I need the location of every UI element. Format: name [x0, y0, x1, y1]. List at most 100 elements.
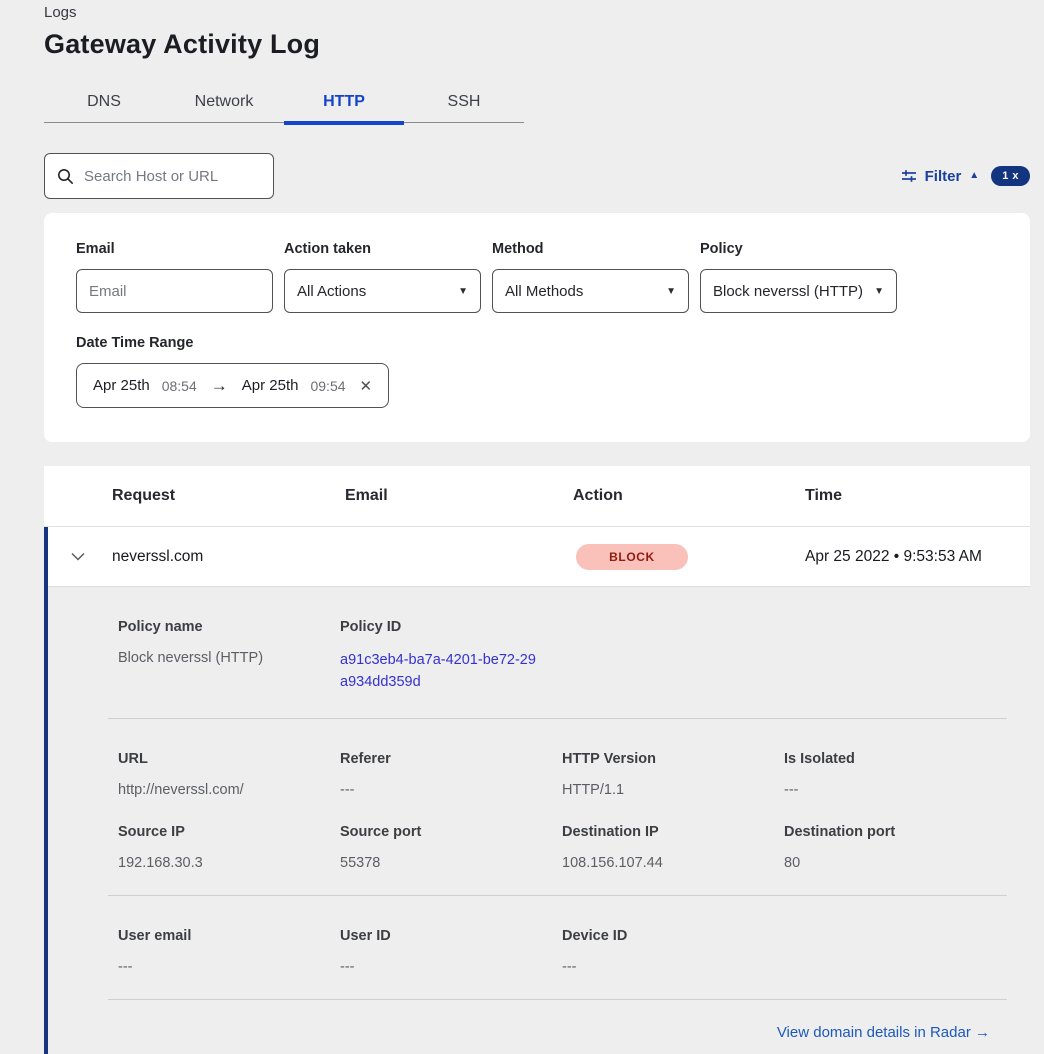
user-id-label: User ID [340, 928, 562, 944]
request-detail-group: URL http://neverssl.com/ Referer --- HTT… [108, 719, 1007, 895]
source-port-value: 55378 [340, 855, 562, 871]
gateway-activity-log-page: Logs Gateway Activity Log DNS Network HT… [0, 0, 1044, 1054]
filter-sliders-icon [901, 168, 917, 184]
action-taken-field: Action taken All Actions ▼ [284, 241, 481, 313]
request-cell: neverssl.com [112, 548, 345, 566]
column-header-time: Time [805, 487, 1030, 505]
table-header-row: Request Email Action Time [44, 466, 1030, 527]
block-status-badge: BLOCK [576, 544, 688, 570]
filter-panel: Email Action taken All Actions ▼ Method … [44, 213, 1030, 442]
policy-label: Policy [700, 241, 897, 257]
source-ip-label: Source IP [118, 824, 340, 840]
device-id-detail: Device ID --- [562, 928, 784, 975]
chevron-down-icon: ▼ [458, 286, 468, 297]
toolbar: Filter ▲ 1 x [44, 153, 1030, 199]
device-id-value: --- [562, 959, 784, 975]
end-time: 09:54 [310, 378, 345, 394]
email-filter-label: Email [76, 241, 273, 257]
arrow-right-icon: → [209, 376, 230, 396]
column-header-action: Action [573, 487, 805, 505]
page-title: Gateway Activity Log [44, 29, 1044, 60]
policy-id-label: Policy ID [340, 619, 562, 635]
selected-row-accent-bar [44, 527, 48, 1054]
method-label: Method [492, 241, 689, 257]
destination-ip-detail: Destination IP 108.156.107.44 [562, 824, 784, 871]
tab-http[interactable]: HTTP [284, 82, 404, 122]
details-footer: View domain details in Radar → [108, 1000, 1007, 1054]
tab-bar: DNS Network HTTP SSH [44, 82, 524, 123]
column-header-email: Email [345, 487, 573, 505]
is-isolated-value: --- [784, 782, 1006, 798]
breadcrumb: Logs [44, 4, 1044, 21]
start-time: 08:54 [162, 378, 197, 394]
source-port-detail: Source port 55378 [340, 824, 562, 871]
date-range-field: Date Time Range Apr 25th 08:54 → Apr 25t… [76, 335, 998, 408]
action-taken-value: All Actions [297, 283, 366, 300]
destination-port-detail: Destination port 80 [784, 824, 1006, 871]
radar-link[interactable]: View domain details in Radar → [777, 1024, 990, 1041]
user-email-label: User email [118, 928, 340, 944]
column-header-request: Request [112, 487, 345, 505]
table-row[interactable]: neverssl.com BLOCK Apr 25 2022 • 9:53:53… [44, 527, 1030, 587]
filter-label: Filter [925, 168, 962, 185]
time-cell: Apr 25 2022 • 9:53:53 AM [805, 548, 1030, 566]
search-input[interactable] [84, 168, 261, 185]
policy-id-link[interactable]: a91c3eb4-ba7a-4201-be72-29a934dd359d [340, 650, 536, 694]
action-taken-label: Action taken [284, 241, 481, 257]
tab-ssh[interactable]: SSH [404, 82, 524, 122]
is-isolated-label: Is Isolated [784, 751, 1006, 767]
policy-name-label: Policy name [118, 619, 340, 635]
url-detail: URL http://neverssl.com/ [118, 751, 340, 798]
filter-toggle[interactable]: Filter ▲ 1 x [901, 166, 1030, 186]
user-id-value: --- [340, 959, 562, 975]
log-table: Request Email Action Time neverssl.com B… [44, 466, 1030, 1054]
chevron-up-icon: ▲ [969, 171, 979, 181]
user-detail-group: User email --- User ID --- Device ID --- [108, 896, 1007, 999]
user-id-detail: User ID --- [340, 928, 562, 975]
http-version-label: HTTP Version [562, 751, 784, 767]
user-email-value: --- [118, 959, 340, 975]
email-filter-input[interactable] [76, 269, 273, 313]
date-range-label: Date Time Range [76, 335, 998, 351]
is-isolated-detail: Is Isolated --- [784, 751, 1006, 798]
referer-detail: Referer --- [340, 751, 562, 798]
user-email-detail: User email --- [118, 928, 340, 975]
destination-ip-value: 108.156.107.44 [562, 855, 784, 871]
policy-value: Block neverssl (HTTP) [713, 283, 863, 300]
method-select[interactable]: All Methods ▼ [492, 269, 689, 313]
url-label: URL [118, 751, 340, 767]
policy-name-detail: Policy name Block neverssl (HTTP) [118, 619, 340, 694]
action-cell: BLOCK [573, 544, 805, 570]
device-id-label: Device ID [562, 928, 784, 944]
policy-name-value: Block neverssl (HTTP) [118, 650, 340, 666]
referer-value: --- [340, 782, 562, 798]
row-details-panel: Policy name Block neverssl (HTTP) Policy… [44, 587, 1030, 1054]
action-taken-select[interactable]: All Actions ▼ [284, 269, 481, 313]
source-ip-value: 192.168.30.3 [118, 855, 340, 871]
collapse-row-chevron-icon[interactable] [44, 552, 112, 561]
url-value: http://neverssl.com/ [118, 782, 340, 798]
destination-port-label: Destination port [784, 824, 1006, 840]
source-port-label: Source port [340, 824, 562, 840]
close-icon[interactable]: ✕ [360, 377, 373, 395]
chevron-down-icon: ▼ [874, 286, 884, 297]
destination-ip-label: Destination IP [562, 824, 784, 840]
start-date: Apr 25th [93, 377, 150, 394]
source-ip-detail: Source IP 192.168.30.3 [118, 824, 340, 871]
chevron-down-icon: ▼ [666, 286, 676, 297]
date-range-picker[interactable]: Apr 25th 08:54 → Apr 25th 09:54 ✕ [76, 363, 389, 408]
email-filter-field: Email [76, 241, 273, 313]
referer-label: Referer [340, 751, 562, 767]
tab-dns[interactable]: DNS [44, 82, 164, 122]
policy-detail-group: Policy name Block neverssl (HTTP) Policy… [108, 587, 1007, 718]
tab-network[interactable]: Network [164, 82, 284, 122]
search-box [44, 153, 274, 199]
method-field: Method All Methods ▼ [492, 241, 689, 313]
filter-count-badge[interactable]: 1 x [991, 166, 1030, 186]
end-date: Apr 25th [242, 377, 299, 394]
method-value: All Methods [505, 283, 583, 300]
policy-select[interactable]: Block neverssl (HTTP) ▼ [700, 269, 897, 313]
http-version-detail: HTTP Version HTTP/1.1 [562, 751, 784, 798]
filter-fields-row: Email Action taken All Actions ▼ Method … [76, 241, 998, 313]
http-version-value: HTTP/1.1 [562, 782, 784, 798]
